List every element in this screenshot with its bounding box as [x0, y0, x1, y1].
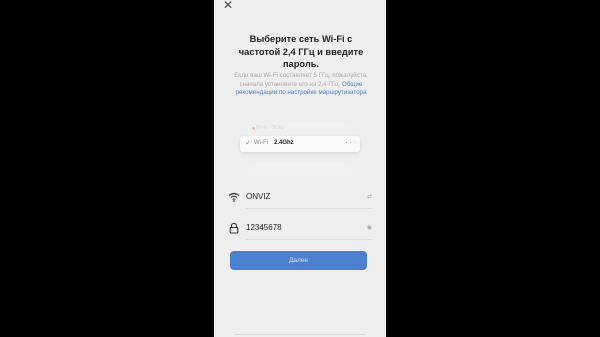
illustration-wifi-label: Wi-Fi: [254, 140, 268, 146]
illustration-band-label: 2.4Ghz: [274, 140, 294, 146]
eye-icon[interactable]: ◉: [367, 224, 372, 231]
divider: [234, 334, 366, 335]
illustration-5ghz-label: Wi-Fi · 5Ghz: [256, 125, 285, 131]
signal-icon: ▪ ◔ ◌: [345, 140, 356, 146]
ssid-underline: [246, 208, 372, 209]
illustration-card-placeholder: [248, 162, 352, 176]
check-icon: ✓: [245, 140, 251, 147]
password-field[interactable]: 12345678: [246, 223, 282, 232]
password-row[interactable]: 12345678 ◉: [228, 220, 372, 240]
wifi-band-illustration: Wi-Fi · 5Ghz ✓ Wi-Fi 2.4Ghz ▪ ◔ ◌: [240, 118, 360, 178]
ssid-field[interactable]: ONVIZ: [246, 192, 270, 201]
wifi-icon: [228, 192, 240, 202]
status-dot-icon: [252, 127, 255, 130]
wifi-setup-screen: ✕ Выберите сеть Wi-Fi с частотой 2,4 ГГц…: [214, 0, 386, 337]
password-underline: [246, 239, 372, 240]
illustration-card-24ghz: ✓ Wi-Fi 2.4Ghz ▪ ◔ ◌: [240, 136, 360, 152]
swap-icon[interactable]: ⇄: [367, 193, 372, 200]
illustration-card-5ghz: Wi-Fi · 5Ghz: [248, 122, 352, 136]
lock-icon: [229, 222, 239, 234]
description-text: Если ваш Wi-Fi составляет 5 ГГц, пожалуй…: [228, 72, 374, 98]
close-icon[interactable]: ✕: [223, 0, 233, 12]
next-button[interactable]: Далее: [230, 251, 367, 270]
page-title: Выберите сеть Wi-Fi с частотой 2,4 ГГц и…: [238, 34, 364, 69]
ssid-row[interactable]: ONVIZ ⇄: [228, 189, 372, 209]
